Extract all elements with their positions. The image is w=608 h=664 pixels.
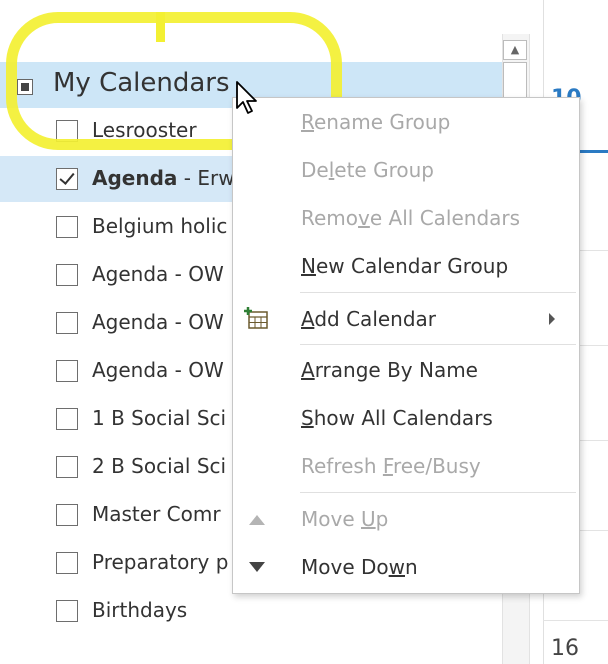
calendar-item-agenda-ow-3[interactable]: Agenda - OW	[0, 348, 240, 394]
menu-separator	[300, 492, 576, 493]
menu-item-delete-group[interactable]: Delete Group	[301, 158, 434, 182]
calendar-label: Agenda - OW	[92, 358, 224, 382]
calendar-checkbox-checked[interactable]	[56, 168, 78, 190]
calendar-item-preparatory[interactable]: Preparatory p	[0, 540, 240, 586]
calendar-label: Birthdays	[92, 598, 188, 622]
menu-item-remove-all-calendars[interactable]: Remove All Calendars	[301, 206, 520, 230]
menu-item-add-calendar[interactable]: Add Calendar	[301, 307, 436, 331]
calendar-checkbox[interactable]	[56, 456, 78, 478]
calendar-label: Master Comr	[92, 502, 221, 526]
menu-item-move-down[interactable]: Move Down	[301, 555, 418, 579]
menu-item-show-all-calendars[interactable]: Show All Calendars	[301, 406, 493, 430]
calendar-checkbox[interactable]	[56, 360, 78, 382]
calendar-item-master-comr[interactable]: Master Comr	[0, 492, 240, 538]
menu-item-arrange-by-name[interactable]: Arrange By Name	[301, 358, 478, 382]
calendar-checkbox[interactable]	[56, 504, 78, 526]
calendar-item-belgium-holidays[interactable]: Belgium holic	[0, 204, 240, 250]
scroll-up-arrow-icon[interactable]: ▲	[503, 40, 527, 60]
calendar-checkbox[interactable]	[56, 552, 78, 574]
calendar-checkbox[interactable]	[56, 264, 78, 286]
calendar-item-birthdays[interactable]: Birthdays	[0, 588, 240, 634]
calendar-label: Agenda - OW	[92, 262, 224, 286]
menu-separator	[300, 344, 576, 345]
calendar-item-agenda-ow-1[interactable]: Agenda - OW	[0, 252, 240, 298]
menu-item-move-up[interactable]: Move Up	[301, 507, 388, 531]
calendar-item-2b-social-sci[interactable]: 2 B Social Sci	[0, 444, 240, 490]
calendar-item-1b-social-sci[interactable]: 1 B Social Sci	[0, 396, 240, 442]
calendar-checkbox[interactable]	[56, 312, 78, 334]
menu-separator	[300, 292, 576, 293]
menu-item-refresh-free-busy[interactable]: Refresh Free/Busy	[301, 454, 481, 478]
calendar-label: 1 B Social Sci	[92, 406, 227, 430]
calendar-label: Preparatory p	[92, 550, 229, 574]
highlighter-stroke	[156, 12, 165, 42]
calendar-checkbox[interactable]	[56, 408, 78, 430]
triangle-down-icon	[249, 562, 265, 572]
calendar-label: 2 B Social Sci	[92, 454, 227, 478]
calendar-label: Agenda - Erw	[92, 166, 235, 190]
calendar-item-agenda-ow-2[interactable]: Agenda - OW	[0, 300, 240, 346]
chevron-right-icon	[549, 313, 555, 325]
add-calendar-icon	[244, 307, 268, 329]
calendar-item-agenda[interactable]: Agenda - Erw	[0, 156, 240, 202]
day-separator	[543, 620, 608, 621]
calendar-checkbox[interactable]	[56, 600, 78, 622]
triangle-up-icon	[249, 515, 265, 525]
mouse-pointer-icon	[236, 81, 257, 114]
day-number[interactable]: 16	[551, 636, 579, 661]
calendar-label: Belgium holic	[92, 214, 228, 238]
menu-item-new-calendar-group[interactable]: New Calendar Group	[301, 254, 508, 278]
menu-item-rename-group[interactable]: Rename Group	[301, 110, 450, 134]
calendar-checkbox[interactable]	[56, 216, 78, 238]
calendar-label: Agenda - OW	[92, 310, 224, 334]
